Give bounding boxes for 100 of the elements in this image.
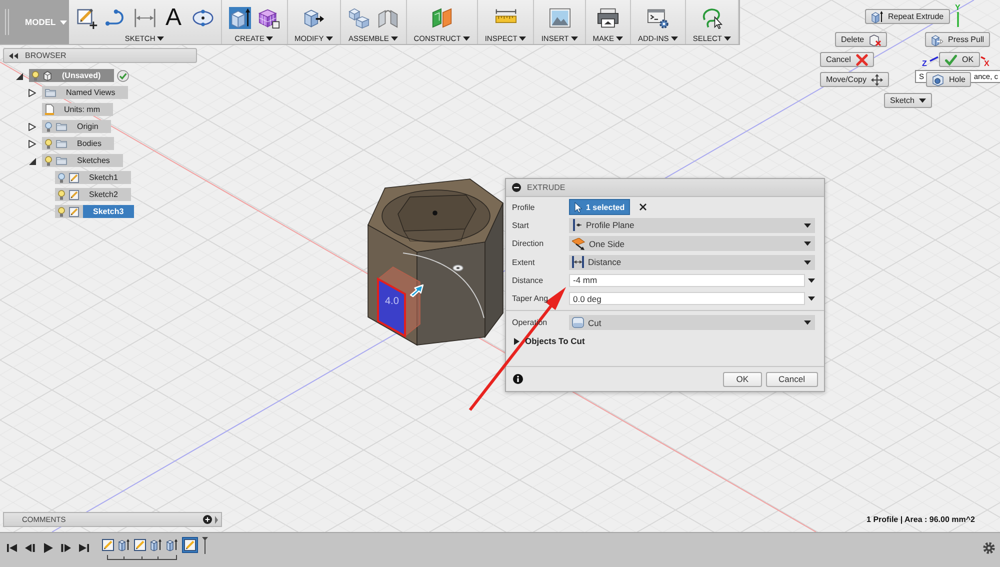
manipulator-dot[interactable] [452,264,464,272]
play-icon[interactable] [43,543,53,553]
input-field[interactable]: -4 mm [569,274,805,287]
sketch-pencil-icon[interactable] [76,7,98,29]
caret-icon [919,98,926,103]
landscape-image-icon[interactable] [548,7,571,29]
minus-circle-icon[interactable] [512,183,521,192]
extrude-arrow-handle[interactable] [410,284,424,298]
field-label: Direction [512,239,544,248]
settings-icon[interactable] [983,542,995,554]
tree-item[interactable]: Sketch2 [55,188,131,201]
axis-label: Z [922,59,927,68]
caret-icon[interactable] [808,278,815,283]
caret-icon [60,20,67,24]
cube-hole-icon [932,74,944,86]
field-label: Extent [512,258,535,267]
sketch-feature-icon[interactable] [102,539,114,551]
tree-item[interactable]: Origin [42,120,112,133]
marking-menu-button[interactable]: Move/Copy [820,72,890,87]
tree-item[interactable]: Sketches [42,154,123,167]
light-bulb-icon[interactable] [58,172,65,182]
tree-item[interactable]: Sketch1 [55,171,131,184]
caret-icon [724,36,731,40]
sketch-icon [69,172,79,182]
timeline-marker-icon[interactable] [202,536,208,554]
caret-icon[interactable] [808,296,815,302]
selected-profile-face[interactable] [377,277,406,338]
move-arrows-icon [871,74,884,86]
dropdown[interactable]: Distance [569,254,815,270]
marking-menu-button[interactable]: OK [939,52,980,67]
caret-icon [570,36,578,40]
expand-toggle-icon[interactable] [28,88,36,96]
cubes-icon[interactable] [348,7,370,29]
tree-item[interactable]: Named Views [42,86,128,99]
extrude-feature-icon[interactable] [166,539,178,551]
dimension-icon[interactable] [134,7,156,29]
cube-arrow-icon [931,34,943,46]
marking-menu-button[interactable]: Sketch [884,93,932,108]
expand-toggle-icon[interactable] [28,156,36,164]
panel-grip-icon[interactable] [215,516,218,524]
expand-toggle-icon[interactable] [28,122,36,130]
skip-to-end-icon[interactable] [79,543,89,553]
light-bulb-icon[interactable] [45,156,52,166]
browser-title: BROWSER [25,51,66,60]
tree-item[interactable]: Bodies [42,137,114,150]
light-bulb-icon[interactable] [45,138,52,148]
expand-toggle-icon[interactable] [28,140,36,148]
selection-button[interactable]: 1 selected [569,199,630,216]
sketch-feature-icon[interactable] [182,537,198,553]
dropdown[interactable]: Profile Plane [569,218,815,233]
planes-icon[interactable] [430,7,453,29]
tree-item[interactable]: Units: mm [42,103,113,116]
dialog-button[interactable]: OK [723,372,762,387]
light-bulb-icon[interactable] [32,70,39,80]
input-field[interactable]: 0.0 deg [569,292,805,306]
ellipse-icon[interactable] [192,7,214,29]
cursor-icon [574,202,582,213]
clear-icon[interactable] [638,203,647,212]
marking-menu-button[interactable]: Repeat Extrude [865,9,950,24]
lasso-cursor-icon[interactable] [700,7,723,29]
marking-menu-button[interactable]: Hole [926,72,972,87]
light-bulb-icon[interactable] [58,206,65,216]
marking-menu-button[interactable]: Cancel [820,52,874,67]
collapse-icon[interactable] [9,52,18,58]
dropdown[interactable]: Cut [569,315,815,330]
printer-icon[interactable] [596,7,619,29]
folder-icon [45,88,56,97]
dialog-button[interactable]: Cancel [766,372,818,387]
caret-icon [616,36,623,40]
marking-menu-button[interactable]: Delete [835,32,888,47]
caret-icon [390,36,398,40]
caret-icon [519,36,526,40]
check-circle-icon[interactable] [116,70,129,82]
cube-arrow-icon[interactable] [302,7,325,29]
step-back-icon[interactable] [25,543,35,553]
hinge-icon[interactable] [376,7,399,29]
expand-toggle-icon[interactable] [15,72,23,80]
section-toggle[interactable]: Objects To Cut [512,336,585,346]
field-label: Start [512,220,529,230]
sketch-feature-icon[interactable] [134,539,146,551]
step-forward-icon[interactable] [61,543,71,553]
extrude-feature-icon[interactable] [150,539,162,551]
terminal-gear-icon[interactable] [646,7,669,29]
text-tool-button[interactable]: A [162,7,185,29]
skip-to-start-icon[interactable] [7,543,17,553]
extrude-feature-icon[interactable] [118,539,130,551]
light-bulb-icon[interactable] [58,190,65,200]
info-icon[interactable] [513,374,523,384]
document-cube-icon [43,70,52,80]
caret-icon [804,222,811,228]
light-bulb-icon[interactable] [45,122,52,132]
add-icon[interactable] [203,515,212,524]
axis-label: Y [955,3,960,12]
tree-item[interactable]: Sketch3 [55,205,134,218]
sketch-icon [69,190,79,200]
axis-indicator [930,56,938,62]
dropdown[interactable]: One Side [569,236,815,252]
grid-cube-icon[interactable] [258,7,280,29]
marking-menu-button[interactable]: Press Pull [925,32,990,47]
check-icon [945,54,957,66]
